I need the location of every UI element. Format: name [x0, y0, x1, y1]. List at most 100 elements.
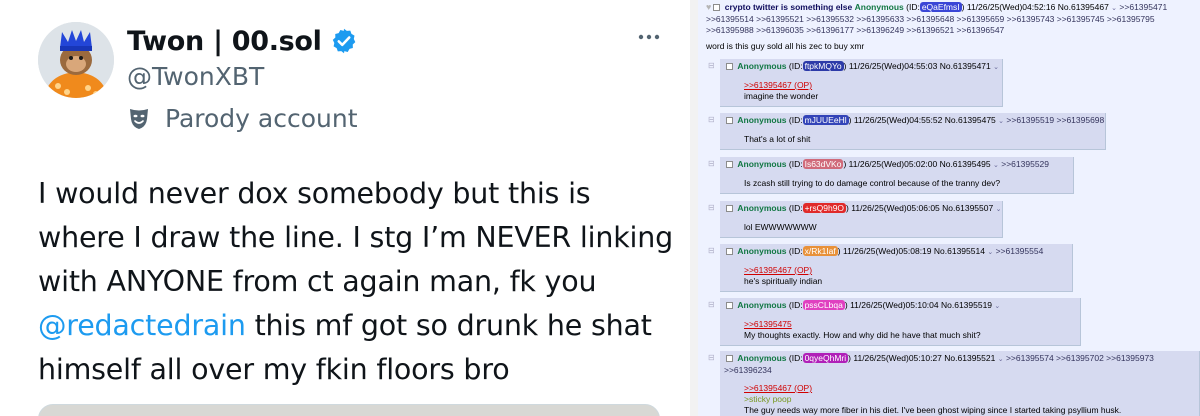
- op-post-header: ♥ crypto twitter is something else Anony…: [706, 2, 1198, 36]
- op-post-body: word is this guy sold all his zec to buy…: [706, 41, 865, 51]
- backlinks-line2[interactable]: >>61396234: [724, 365, 1191, 376]
- id-prefix: (ID:: [906, 2, 920, 12]
- tweet-card: Twon | 00.sol @TwonXBT Parody account I …: [0, 0, 690, 416]
- reply-body: lol EWWWWWWW: [724, 222, 994, 233]
- quote-link[interactable]: >>61395475: [744, 319, 1072, 330]
- post-checkbox[interactable]: [726, 63, 733, 70]
- post-checkbox[interactable]: [726, 302, 733, 309]
- quote-link[interactable]: >>61395467 (OP): [744, 383, 1191, 394]
- collapse-toggle-icon[interactable]: ⊟: [708, 159, 715, 168]
- post-number[interactable]: No.61395507: [942, 203, 993, 213]
- post-number[interactable]: No.61395514: [934, 246, 985, 256]
- post-menu-icon[interactable]: ⌄: [996, 206, 1002, 213]
- reply-post: Anonymous (ID: ftpkMQYo) 11/26/25(Wed)04:…: [720, 59, 1003, 107]
- imageboard-thread: ♥ crypto twitter is something else Anony…: [698, 0, 1200, 416]
- post-checkbox[interactable]: [726, 117, 733, 124]
- post-datetime: 11/26/25(Wed)04:52:16: [966, 2, 1056, 12]
- collapse-toggle-icon[interactable]: ⊟: [708, 115, 715, 124]
- backlinks[interactable]: >>61395514 >>61395521 >>61395532 >>61395…: [706, 14, 1155, 24]
- collapse-toggle-icon[interactable]: ⊟: [708, 300, 715, 309]
- id-prefix: (ID:: [788, 203, 803, 213]
- post-checkbox[interactable]: [713, 4, 721, 11]
- poster-name: Anonymous: [737, 246, 787, 256]
- reply-post: Anonymous (ID: +rsQ9h9O) 11/26/25(Wed)05:…: [720, 201, 1003, 238]
- tweet-media-preview[interactable]: [38, 404, 660, 416]
- backlinks[interactable]: >>61395529: [1001, 159, 1049, 169]
- poster-id[interactable]: pssCLbqa: [802, 300, 845, 310]
- id-prefix: (ID:: [788, 300, 803, 310]
- poster-name: Anonymous: [737, 203, 787, 213]
- post-datetime: 11/26/25(Wed)05:02:00: [848, 159, 938, 169]
- backlinks[interactable]: >>61395554: [996, 246, 1044, 256]
- id-prefix: (ID:: [788, 115, 803, 125]
- poster-id[interactable]: 0qyeQhMri: [802, 353, 849, 363]
- heart-icon[interactable]: ♥: [706, 2, 711, 12]
- post-menu-icon[interactable]: ⌄: [987, 249, 993, 256]
- poster-id[interactable]: ftpkMQYo: [802, 61, 844, 71]
- post-menu-icon[interactable]: ⌄: [993, 64, 999, 71]
- poster-id[interactable]: x/Rk1Iaf: [802, 246, 838, 256]
- avatar[interactable]: [38, 22, 114, 98]
- backlinks[interactable]: >>61395574 >>61395702 >>61395973: [1006, 353, 1154, 363]
- post-number[interactable]: No.61395519: [941, 300, 992, 310]
- collapse-toggle-icon[interactable]: ⊟: [708, 246, 715, 255]
- post-checkbox[interactable]: [726, 205, 733, 212]
- post-menu-icon[interactable]: ⌄: [994, 303, 1000, 310]
- poster-id[interactable]: +rsQ9h9O: [802, 203, 847, 213]
- backlinks[interactable]: >>61395988 >>61396035 >>61396177 >>61396…: [706, 25, 1004, 35]
- post-menu-icon[interactable]: ⌄: [998, 118, 1004, 125]
- collapse-toggle-icon[interactable]: ⊟: [708, 353, 715, 362]
- reply-text: lol EWWWWWWW: [744, 222, 817, 232]
- user-handle[interactable]: @TwonXBT: [127, 62, 264, 91]
- reply-text: imagine the wonder: [744, 91, 819, 101]
- thread-subject: crypto twitter is something else: [724, 2, 853, 12]
- post-number[interactable]: No.61395475: [945, 115, 996, 125]
- collapse-toggle-icon[interactable]: ⊟: [708, 61, 715, 70]
- backlinks[interactable]: >>61395471: [1119, 2, 1167, 12]
- reply-text: My thoughts exactly. How and why did he …: [744, 330, 981, 340]
- poster-name: Anonymous: [737, 159, 787, 169]
- reply-header: Anonymous (ID: Is63dVKo) 11/26/25(Wed)05:…: [724, 159, 1065, 171]
- post-number[interactable]: No.61395471: [940, 61, 991, 71]
- post-datetime: 11/26/25(Wed)05:10:04: [850, 300, 939, 310]
- poster-id[interactable]: eQaEfmsI: [919, 2, 962, 12]
- reply-body: Is zcash still trying to do damage contr…: [724, 178, 1065, 189]
- name-row: Twon | 00.sol: [127, 22, 358, 60]
- poster-id[interactable]: Is63dVKo: [802, 159, 844, 169]
- collapse-toggle-icon[interactable]: ⊟: [708, 203, 715, 212]
- id-suffix: ): [837, 246, 841, 256]
- reply-body: >>61395467 (OP) he's spiritually indian: [724, 265, 1064, 287]
- reply-header: Anonymous (ID: 0qyeQhMri) 11/26/25(Wed)05…: [724, 353, 1191, 365]
- parody-label: Parody account: [165, 104, 358, 133]
- theater-masks-icon: [130, 108, 148, 129]
- post-menu-icon[interactable]: ⌄: [1111, 5, 1117, 12]
- parody-label-row: Parody account: [127, 104, 358, 133]
- post-checkbox[interactable]: [726, 355, 733, 362]
- display-name[interactable]: Twon | 00.sol: [127, 26, 322, 57]
- post-menu-icon[interactable]: ⌄: [993, 162, 999, 169]
- reply-text: Is zcash still trying to do damage contr…: [744, 178, 1001, 188]
- quote-link[interactable]: >>61395467 (OP): [744, 80, 994, 91]
- poster-id[interactable]: mJUUEeHl: [802, 115, 849, 125]
- id-suffix: ): [846, 203, 849, 213]
- post-checkbox[interactable]: [726, 248, 733, 255]
- post-checkbox[interactable]: [726, 161, 733, 168]
- id-suffix: ): [843, 61, 847, 71]
- reply-post: Anonymous (ID: x/Rk1Iaf) 11/26/25(Wed)05:…: [720, 244, 1073, 292]
- reply-header: Anonymous (ID: ftpkMQYo) 11/26/25(Wed)04:…: [724, 61, 999, 73]
- backlinks[interactable]: >>61395519 >>61395698: [1006, 115, 1104, 125]
- post-number[interactable]: No.61395467: [1058, 2, 1109, 12]
- post-menu-icon[interactable]: ⌄: [998, 356, 1004, 363]
- verified-badge-icon: [332, 28, 355, 54]
- post-number[interactable]: No.61395495: [940, 159, 991, 169]
- post-number[interactable]: No.61395521: [944, 353, 995, 363]
- post-datetime: 11/26/25(Wed)05:10:27: [853, 353, 942, 363]
- reply-header: Anonymous (ID: x/Rk1Iaf) 11/26/25(Wed)05:…: [724, 246, 1064, 258]
- reply-body: >>61395467 (OP) >sticky poop The guy nee…: [724, 383, 1191, 416]
- quote-link[interactable]: >>61395467 (OP): [744, 265, 1064, 276]
- reply-post: Anonymous (ID: Is63dVKo) 11/26/25(Wed)05:…: [720, 157, 1074, 194]
- poster-name: Anonymous: [854, 2, 904, 12]
- id-prefix: (ID:: [788, 159, 803, 169]
- mention-link[interactable]: @redactedrain: [38, 309, 246, 342]
- more-options-icon[interactable]: [636, 24, 662, 50]
